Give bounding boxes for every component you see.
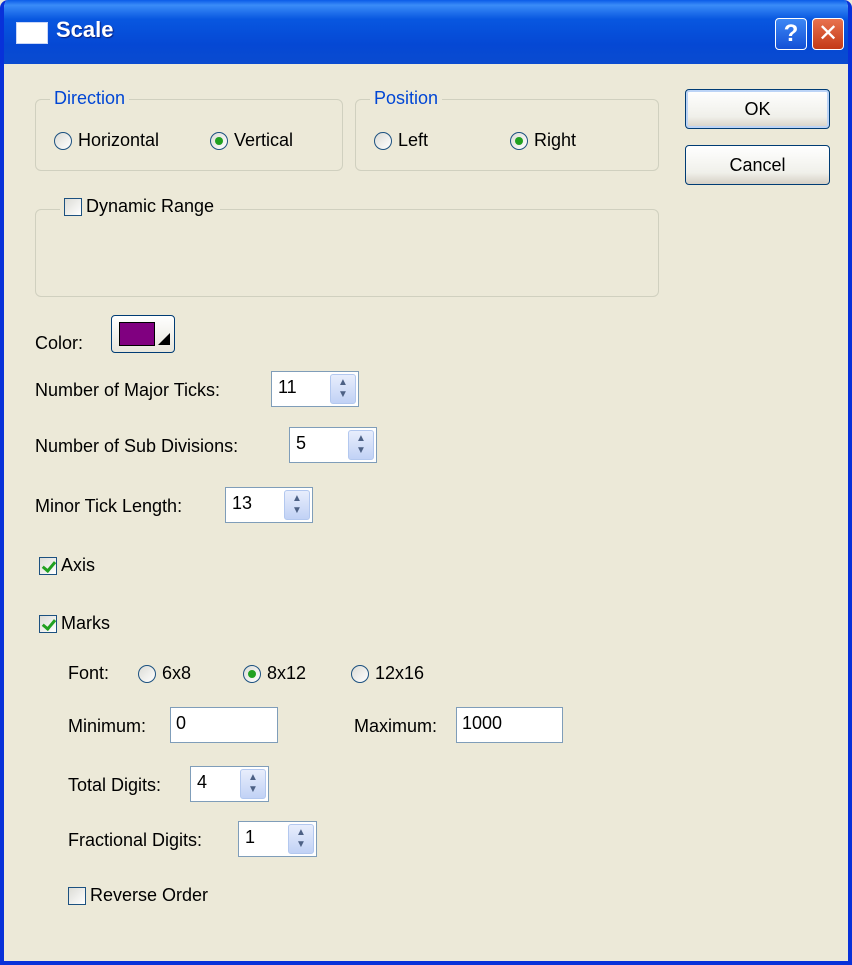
close-button[interactable]: ✕ [812,18,844,50]
spin-down-icon[interactable]: ▼ [292,506,302,516]
direction-vertical-radio[interactable]: Vertical [210,130,293,151]
minimum-label: Minimum: [68,716,147,736]
sub-divisions-value[interactable]: 5 [290,428,348,462]
minimum-field[interactable]: 0 [170,707,278,743]
spin-up-icon[interactable]: ▲ [338,378,348,388]
maximum-field[interactable]: 1000 [456,707,563,743]
fractional-digits-value[interactable]: 1 [239,822,288,856]
spin-up-icon[interactable]: ▲ [292,494,302,504]
title-bar[interactable]: Scale ? ✕ [4,0,848,64]
color-picker-button[interactable] [111,315,175,353]
direction-horizontal-radio[interactable]: Horizontal [54,130,159,151]
fractional-digits-label: Fractional Digits: [68,830,203,850]
spin-down-icon[interactable]: ▼ [338,390,348,400]
spin-up-icon[interactable]: ▲ [356,434,366,444]
sub-divisions-spinner[interactable]: 5 ▲ ▼ [289,427,377,463]
position-legend: Position [370,88,443,109]
spin-down-icon[interactable]: ▼ [296,840,306,850]
direction-legend: Direction [50,88,130,109]
font-12x16-radio[interactable]: 12x16 [351,663,424,684]
radio-label: 8x12 [267,663,307,683]
spin-buttons[interactable]: ▲ ▼ [284,490,310,520]
window-icon [16,22,48,44]
checkbox-indicator [64,197,82,216]
color-swatch [119,322,155,346]
spin-up-icon[interactable]: ▲ [248,773,258,783]
radio-indicator [138,664,156,683]
spin-down-icon[interactable]: ▼ [248,785,258,795]
spin-up-icon[interactable]: ▲ [296,828,306,838]
sub-divisions-label: Number of Sub Divisions: [35,436,239,456]
radio-label: 12x16 [375,663,425,683]
direction-group: Direction Horizontal Vertical [35,88,343,171]
checkbox-label: Axis [61,555,96,575]
minor-tick-length-value[interactable]: 13 [226,488,284,522]
checkbox-indicator [39,614,57,633]
fractional-digits-spinner[interactable]: 1 ▲ ▼ [238,821,317,857]
spin-buttons[interactable]: ▲ ▼ [288,824,314,854]
help-button[interactable]: ? [775,18,807,50]
major-ticks-label: Number of Major Ticks: [35,380,221,400]
font-label: Font: [68,663,110,683]
reverse-order-checkbox[interactable]: Reverse Order [68,885,208,906]
radio-label: Horizontal [78,130,160,150]
window-title: Scale [56,17,114,42]
color-label: Color: [35,333,84,353]
major-ticks-spinner[interactable]: 11 ▲ ▼ [271,371,359,407]
cancel-button[interactable]: Cancel [685,145,830,185]
radio-indicator [54,131,72,150]
position-left-radio[interactable]: Left [374,130,428,151]
checkbox-indicator [39,556,57,575]
dynamic-range-checkbox[interactable]: Dynamic Range [60,196,221,217]
radio-label: Vertical [234,130,294,150]
radio-label: Left [398,130,429,150]
radio-indicator [374,131,392,150]
radio-indicator [510,131,528,150]
radio-indicator [243,664,261,683]
total-digits-spinner[interactable]: 4 ▲ ▼ [190,766,269,802]
radio-label: 6x8 [162,663,192,683]
spin-down-icon[interactable]: ▼ [356,446,366,456]
dropdown-arrow-icon [158,333,170,345]
axis-checkbox[interactable]: Axis [39,555,95,576]
checkbox-label: Reverse Order [90,885,209,905]
radio-indicator [351,664,369,683]
position-group: Position Left Right [355,88,659,171]
spin-buttons[interactable]: ▲ ▼ [348,430,374,460]
major-ticks-value[interactable]: 11 [272,372,330,406]
ok-button[interactable]: OK [685,89,830,129]
spin-buttons[interactable]: ▲ ▼ [240,769,266,799]
minor-tick-length-label: Minor Tick Length: [35,496,183,516]
spin-buttons[interactable]: ▲ ▼ [330,374,356,404]
minor-tick-length-spinner[interactable]: 13 ▲ ▼ [225,487,313,523]
position-right-radio[interactable]: Right [510,130,576,151]
total-digits-label: Total Digits: [68,775,162,795]
scale-dialog: Scale ? ✕ Direction Horizontal Vertical … [0,0,852,965]
font-8x12-radio[interactable]: 8x12 [243,663,306,684]
font-6x8-radio[interactable]: 6x8 [138,663,191,684]
checkbox-label: Marks [61,613,110,633]
dynamic-range-group: Dynamic Range [35,196,659,297]
radio-label: Right [534,130,577,150]
maximum-label: Maximum: [354,716,438,736]
checkbox-label: Dynamic Range [86,196,215,216]
total-digits-value[interactable]: 4 [191,767,240,801]
checkbox-indicator [68,886,86,905]
marks-checkbox[interactable]: Marks [39,613,110,634]
radio-indicator [210,131,228,150]
